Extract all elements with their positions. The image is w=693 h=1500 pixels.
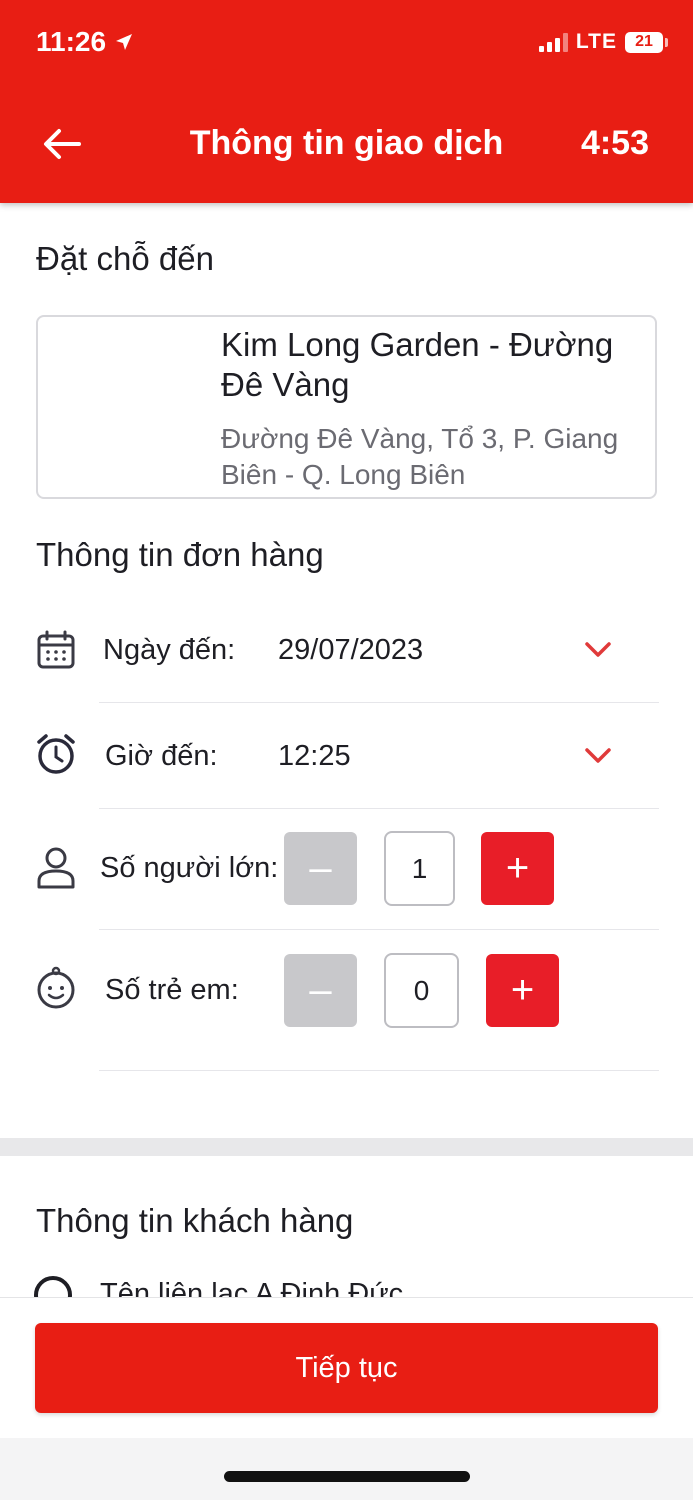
contact-name-text: Tên liên lạc A Đinh Đức — [100, 1278, 404, 1298]
battery-level: 21 — [635, 33, 653, 50]
divider — [99, 808, 659, 809]
contact-icon — [34, 1276, 72, 1298]
status-time-text: 11:26 — [36, 26, 107, 57]
adults-increment-button[interactable]: + — [481, 832, 554, 905]
arrival-time-value: 12:25 — [278, 740, 351, 772]
place-name: Kim Long Garden - Đường Đê Vàng — [221, 326, 614, 403]
minus-icon: – — [309, 968, 332, 1012]
child-face-icon — [34, 966, 78, 1010]
adults-label: Số người lớn: — [100, 852, 279, 884]
children-increment-button[interactable]: + — [486, 954, 559, 1027]
home-indicator[interactable] — [224, 1471, 470, 1482]
countdown-timer: 4:53 — [580, 124, 649, 162]
children-row: Số trẻ em: – 0 + — [0, 950, 693, 1032]
arrival-date-value: 29/07/2023 — [278, 634, 424, 666]
continue-button-label: Tiếp tục — [295, 1351, 398, 1384]
children-decrement-button[interactable]: – — [284, 954, 357, 1027]
order-section-title: Thông tin đơn hàng — [36, 536, 324, 573]
minus-icon: – — [309, 846, 332, 890]
children-count[interactable]: 0 — [384, 953, 459, 1028]
continue-button[interactable]: Tiếp tục — [35, 1323, 658, 1413]
place-thumbnail — [52, 331, 202, 481]
divider — [99, 929, 659, 930]
app-header: 11:26 LTE 21 Thông tin giao dịch 4:53 — [0, 0, 693, 203]
calendar-icon — [34, 628, 78, 672]
place-address: Đường Đê Vàng, Tổ 3, P. Giang Biên - Q. … — [221, 423, 619, 490]
signal-icon — [538, 32, 568, 52]
status-indicators: LTE 21 — [538, 30, 668, 54]
person-icon — [34, 846, 78, 890]
arrival-time-row[interactable]: Giờ đến: 12:25 — [0, 726, 693, 808]
chevron-down-icon[interactable] — [583, 640, 613, 660]
contact-name-row[interactable]: Tên liên lạc A Đinh Đức — [0, 1268, 693, 1298]
customer-section-title: Thông tin khách hàng — [36, 1202, 354, 1239]
location-arrow-icon — [116, 34, 133, 50]
chevron-down-icon[interactable] — [583, 746, 613, 766]
adults-decrement-button[interactable]: – — [284, 832, 357, 905]
status-time: 11:26 — [36, 26, 134, 58]
alarm-clock-icon — [34, 732, 78, 776]
adults-count[interactable]: 1 — [384, 831, 455, 906]
plus-icon: + — [510, 968, 535, 1012]
place-card[interactable]: Kim Long Garden - Đường Đê Vàng Đường Đê… — [36, 315, 657, 499]
section-separator — [0, 1138, 693, 1156]
home-indicator-area — [0, 1438, 693, 1500]
destination-section-title: Đặt chỗ đến — [36, 240, 214, 277]
network-type: LTE — [575, 30, 617, 53]
arrival-time-label: Giờ đến: — [105, 740, 218, 772]
plus-icon: + — [505, 846, 530, 890]
arrival-date-label: Ngày đến: — [103, 634, 236, 666]
divider — [99, 1070, 659, 1071]
battery-icon: 21 — [625, 31, 668, 53]
divider — [99, 702, 659, 703]
adults-row: Số người lớn: – 1 + — [0, 828, 693, 910]
children-label: Số trẻ em: — [105, 974, 239, 1006]
arrival-date-row[interactable]: Ngày đến: 29/07/2023 — [0, 620, 693, 702]
